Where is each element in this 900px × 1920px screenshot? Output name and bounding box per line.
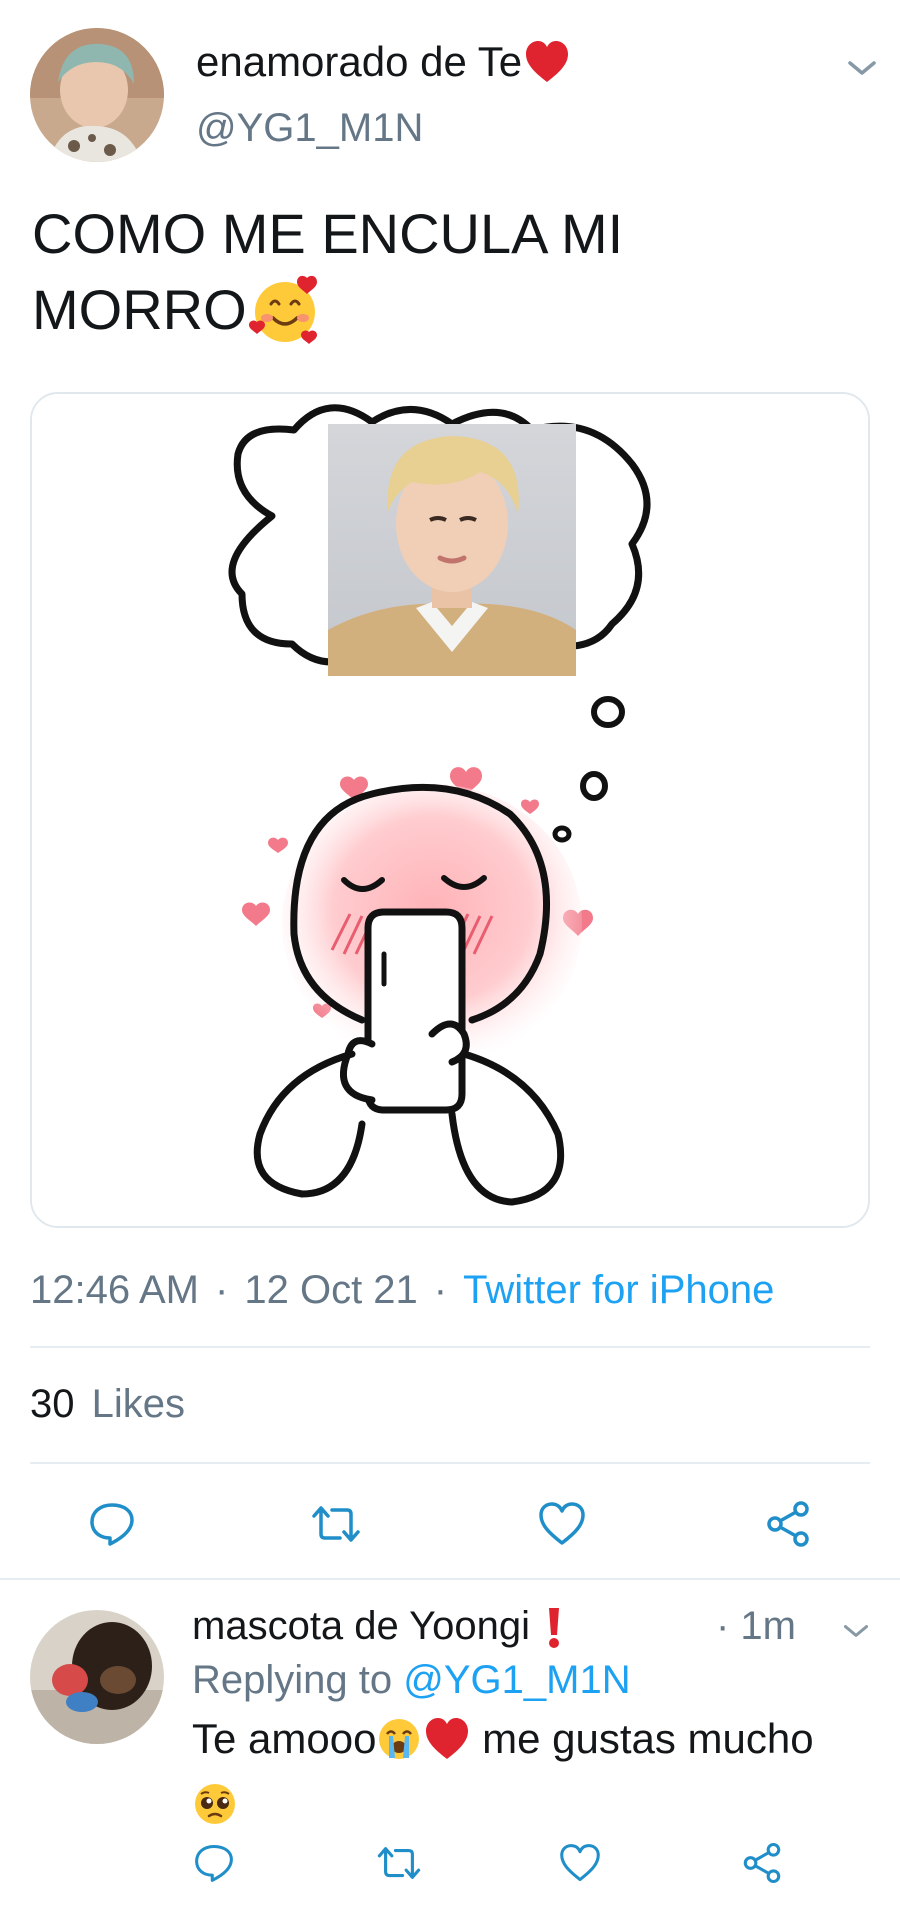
tweet-text-line-2: MORRO: [32, 278, 247, 341]
like-button[interactable]: [532, 1496, 592, 1552]
reply-icon: [90, 1503, 134, 1546]
divider: [30, 1462, 870, 1464]
retweet-icon: [312, 1506, 360, 1542]
thought-bubble-meme-image: [32, 394, 868, 1226]
red-heart-emoji: [426, 1718, 469, 1759]
section-divider: [0, 1578, 900, 1580]
exclamation-mark-emoji: [549, 1607, 560, 1648]
reply-author-name[interactable]: mascota de Yoongi: [192, 1604, 564, 1649]
like-icon: [539, 1502, 585, 1545]
chevron-down-icon[interactable]: [842, 1622, 870, 1640]
reply-share-button[interactable]: [736, 1838, 788, 1888]
tweet-date[interactable]: 12 Oct 21: [244, 1268, 417, 1313]
replying-to-handle[interactable]: @YG1_M1N: [403, 1658, 630, 1702]
retweet-icon: [377, 1847, 421, 1879]
likes-count[interactable]: 30 Likes: [30, 1382, 185, 1427]
author-handle[interactable]: @YG1_M1N: [196, 106, 423, 151]
meta-separator: ·: [215, 1268, 229, 1312]
tweet-media[interactable]: [30, 392, 870, 1228]
share-icon: [767, 1501, 809, 1547]
tweet-text-line-1: COMO ME ENCULA MI: [32, 202, 624, 265]
reply-text-part-2: me gustas mucho: [470, 1715, 814, 1762]
replying-to-label: Replying to: [192, 1658, 393, 1702]
reply-timestamp[interactable]: · 1m: [716, 1604, 796, 1649]
retweet-button[interactable]: [304, 1496, 368, 1552]
likes-number: 30: [30, 1382, 75, 1426]
tweet-source-link[interactable]: Twitter for iPhone: [463, 1268, 774, 1313]
share-icon: [743, 1842, 781, 1884]
reply-reply-button[interactable]: [188, 1838, 240, 1888]
reply-like-button[interactable]: [554, 1838, 606, 1888]
tweet-text: COMO ME ENCULA MI MORRO: [32, 196, 852, 348]
replying-to: Replying to @YG1_M1N: [192, 1658, 631, 1703]
reply-icon: [195, 1844, 233, 1882]
like-icon: [560, 1844, 600, 1882]
reply-text: Te amooo me gustas mucho: [192, 1710, 882, 1830]
reply-author-avatar[interactable]: [30, 1610, 164, 1744]
chevron-down-icon[interactable]: [846, 58, 878, 78]
meta-separator: ·: [433, 1268, 448, 1312]
pleading-face-emoji: [195, 1783, 235, 1824]
portrait-photo: [328, 424, 576, 676]
author-avatar[interactable]: [30, 28, 164, 162]
reply-text-part-1: Te amooo: [192, 1715, 377, 1762]
reply-author-name-text: mascota de Yoongi: [192, 1604, 531, 1648]
reply-button[interactable]: [82, 1496, 142, 1552]
reply-retweet-button[interactable]: [370, 1838, 428, 1888]
tweet-time[interactable]: 12:46 AM: [30, 1268, 199, 1313]
smiling-face-with-hearts-emoji: [248, 275, 317, 344]
tweet-meta: 12:46 AM · 12 Oct 21 · Twitter for iPhon…: [30, 1268, 774, 1313]
author-display-name[interactable]: enamorado de Te: [196, 38, 570, 86]
likes-label: Likes: [91, 1382, 186, 1426]
share-button[interactable]: [758, 1496, 818, 1552]
loudly-crying-face-emoji: [379, 1719, 420, 1759]
author-name-text: enamorado de Te: [196, 38, 523, 85]
divider: [30, 1346, 870, 1348]
red-heart-emoji: [526, 41, 569, 82]
